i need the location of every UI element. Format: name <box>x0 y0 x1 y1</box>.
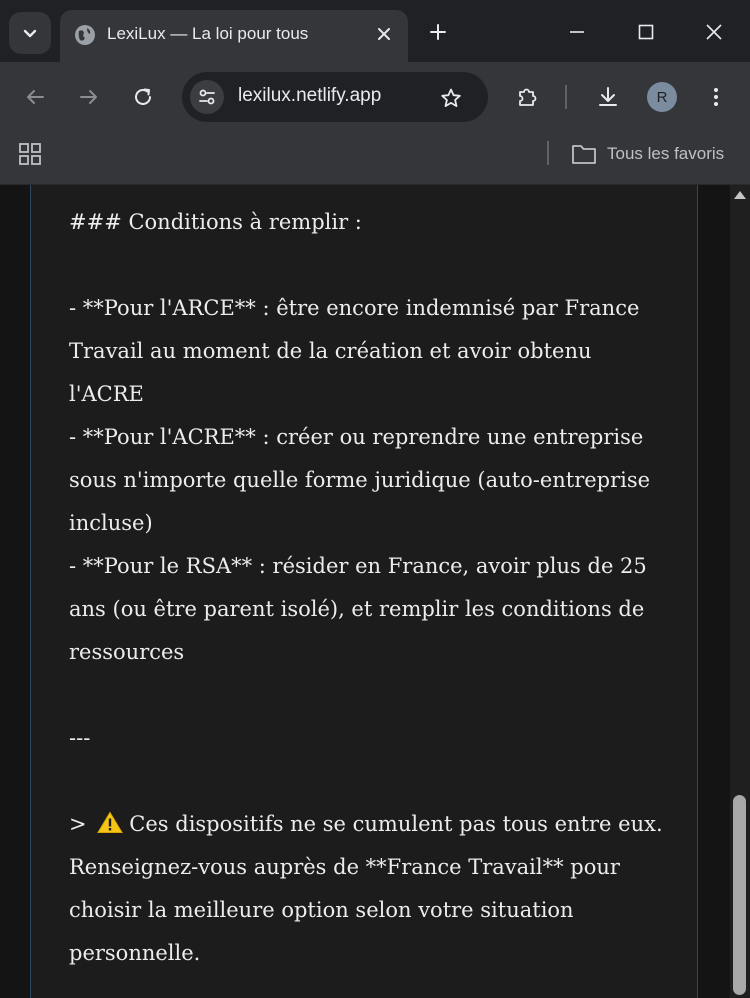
bookmarks-separator <box>547 141 549 165</box>
star-icon <box>441 88 461 107</box>
globe-icon <box>75 25 95 45</box>
close-icon <box>378 28 390 40</box>
scroll-thumb[interactable] <box>733 795 746 995</box>
minimize-button[interactable] <box>557 14 597 50</box>
arrow-left-icon <box>27 90 44 104</box>
address-bar[interactable]: lexilux.netlify.app <box>182 72 488 122</box>
forward-button[interactable] <box>71 79 107 115</box>
bookmark-star-button[interactable] <box>437 84 465 112</box>
page-scrollbar[interactable] <box>730 185 750 998</box>
url-text[interactable]: lexilux.netlify.app <box>238 85 381 107</box>
blockquote-marker: > <box>69 812 87 836</box>
tab-title: LexiLux — La loi pour tous <box>107 24 309 43</box>
close-icon <box>706 24 722 40</box>
extensions-button[interactable] <box>509 79 545 115</box>
warning-icon <box>97 811 124 833</box>
tab-strip: LexiLux — La loi pour tous <box>0 0 750 62</box>
kebab-menu-icon <box>714 88 718 106</box>
maximize-button[interactable] <box>626 14 666 50</box>
downloads-button[interactable] <box>590 79 626 115</box>
chevron-down-icon <box>23 29 37 38</box>
response-text: ### Conditions à remplir : - **Pour l'AR… <box>69 201 669 975</box>
apps-grid-icon[interactable] <box>18 142 42 166</box>
reload-button[interactable] <box>125 79 161 115</box>
back-button[interactable] <box>17 79 53 115</box>
all-bookmarks-label: Tous les favoris <box>607 144 725 163</box>
condition-item-rsa: - **Pour le RSA** : résider en France, a… <box>69 554 647 664</box>
active-tab[interactable]: LexiLux — La loi pour tous <box>60 10 408 62</box>
window-close-button[interactable] <box>694 14 734 50</box>
conditions-heading: ### Conditions à remplir : <box>69 210 362 234</box>
tune-icon <box>199 89 215 105</box>
menu-button[interactable] <box>698 79 734 115</box>
all-bookmarks-folder[interactable]: Tous les favoris <box>571 139 724 169</box>
download-icon <box>599 87 617 106</box>
toolbar-separator <box>565 85 567 109</box>
puzzle-icon <box>519 88 537 106</box>
bookmarks-bar: Tous les favoris <box>0 132 750 185</box>
maximize-icon <box>638 24 654 40</box>
tab-search-button[interactable] <box>9 12 51 54</box>
minimize-icon <box>570 31 584 33</box>
response-panel: ### Conditions à remplir : - **Pour l'AR… <box>30 185 698 998</box>
condition-item-acre: - **Pour l'ACRE** : créer ou reprendre u… <box>69 425 651 535</box>
new-tab-button[interactable] <box>424 18 452 46</box>
warning-note-text: Ces dispositifs ne se cumulent pas tous … <box>69 812 663 965</box>
plus-icon <box>430 24 446 40</box>
page-viewport: ### Conditions à remplir : - **Pour l'AR… <box>0 185 730 998</box>
profile-avatar[interactable]: R <box>647 82 677 112</box>
reload-icon <box>135 88 151 105</box>
tab-close-button[interactable] <box>372 22 396 46</box>
browser-toolbar: lexilux.netlify.app R <box>0 62 750 132</box>
warning-note: > Ces dispositifs ne se cumulent pas tou… <box>69 803 669 975</box>
arrow-right-icon <box>80 90 97 104</box>
folder-icon <box>572 145 596 164</box>
divider-text: --- <box>69 726 91 750</box>
site-info-button[interactable] <box>190 80 224 114</box>
condition-item-arce: - **Pour l'ARCE** : être encore indemnis… <box>69 296 640 406</box>
scroll-up-arrow-icon[interactable] <box>734 191 746 199</box>
